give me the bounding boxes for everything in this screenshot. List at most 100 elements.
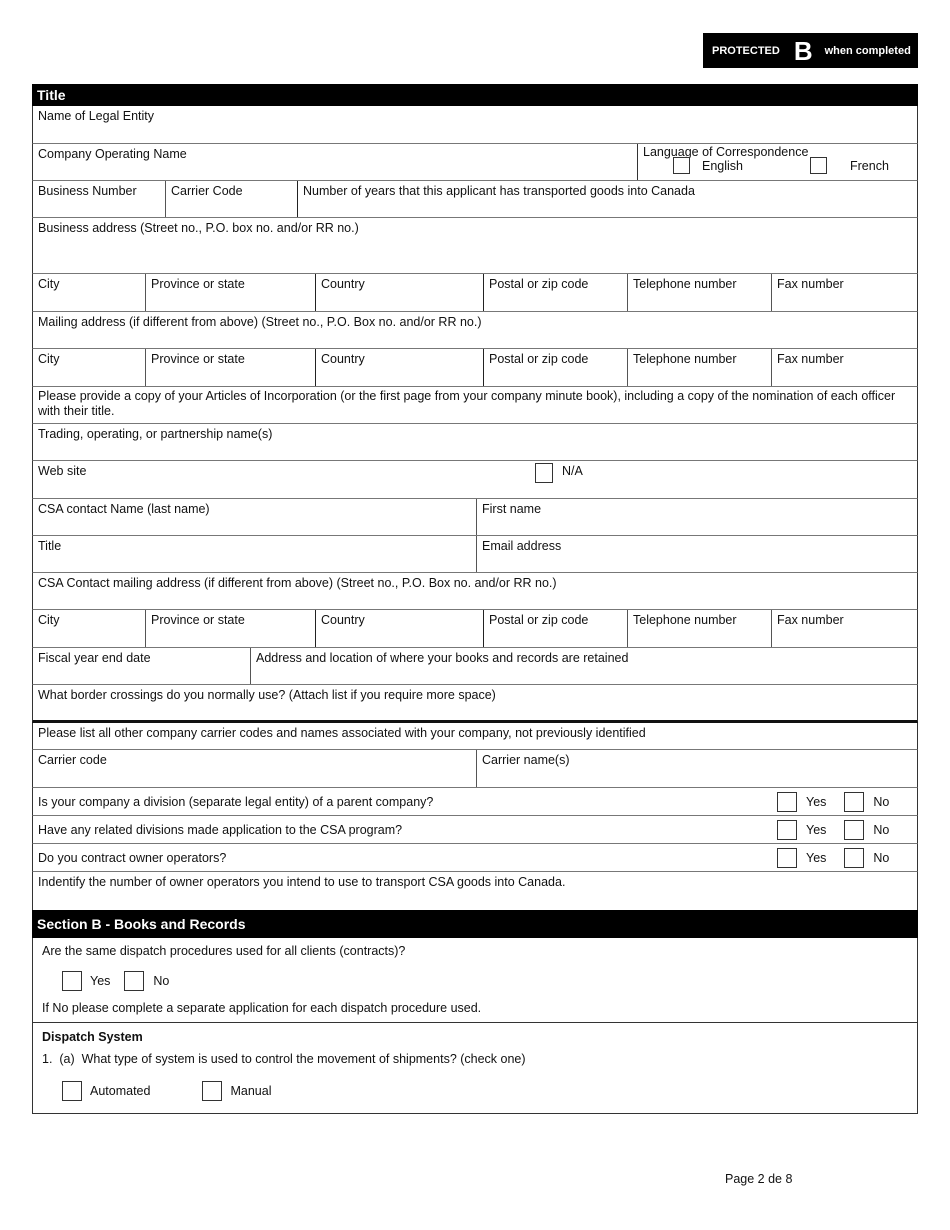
owner-operators-count-field[interactable]: Indentify the number of owner operators … [33,872,917,910]
protected-b-badge: PROTECTED B when completed [703,33,918,68]
csa-province-field[interactable]: Province or state [145,610,315,647]
language-group: Language of Correspondence English Frenc… [637,144,917,180]
carrier-code-field[interactable]: Carrier Code [165,181,297,217]
telephone-field[interactable]: Telephone number [627,274,771,311]
other-carrier-names-field[interactable]: Carrier name(s) [476,750,917,787]
other-carrier-code-field[interactable]: Carrier code [33,750,476,787]
if-no-note: If No please complete a separate applica… [42,1001,482,1015]
csa-country-field[interactable]: Country [315,610,483,647]
csa-fax-field[interactable]: Fax number [771,610,917,647]
protected-level: B [793,35,813,66]
field-label: Telephone number [633,613,737,627]
city-field[interactable]: City [33,274,145,311]
field-label: What border crossings do you normally us… [38,688,496,702]
english-checkbox[interactable] [673,157,690,174]
no-label: No [873,794,890,809]
years-transported-field[interactable]: Number of years that this applicant has … [297,181,917,217]
manual-checkbox[interactable] [202,1081,223,1101]
business-address-details-row: City Province or state Country Postal or… [32,274,918,312]
dispatch-system-heading: Dispatch System [42,1030,143,1044]
field-label: Province or state [151,277,245,291]
owner-operators-no-checkbox[interactable] [844,847,865,868]
csa-mailing-address-field[interactable]: CSA Contact mailing address (if differen… [33,573,917,609]
articles-note-row: Please provide a copy of your Articles o… [32,387,918,424]
field-label: Carrier name(s) [482,753,570,767]
yes-no-group: Yes No [777,847,917,868]
no-label: No [153,974,170,988]
dispatch-yes-checkbox[interactable] [62,971,82,991]
field-label: Email address [482,539,562,553]
csa-address-details-row: City Province or state Country Postal or… [32,610,918,648]
business-number-field[interactable]: Business Number [33,181,165,217]
legal-entity-row: Name of Legal Entity [32,106,918,144]
field-label: Business Number [38,184,137,198]
operating-name-field[interactable]: Company Operating Name [33,144,637,180]
application-form: Title Name of Legal Entity Company Opera… [32,84,918,1114]
field-label: City [38,277,60,291]
yes-label: Yes [806,850,827,865]
related-divisions-yes-checkbox[interactable] [777,819,797,840]
related-divisions-no-checkbox[interactable] [844,819,865,840]
field-label: Fax number [777,277,844,291]
field-label: Carrier Code [171,184,243,198]
dispatch-no-checkbox[interactable] [124,971,145,991]
field-label: Postal or zip code [489,613,589,627]
question-parent-company: Is your company a division (separate leg… [38,794,434,809]
fiscal-year-field[interactable]: Fiscal year end date [33,648,250,684]
field-label: First name [482,502,542,516]
dispatch-yes-no-group: Yes No [62,971,169,991]
mailing-address-field[interactable]: Mailing address (if different from above… [33,312,917,348]
parent-company-no-checkbox[interactable] [844,791,865,812]
postal-code-field[interactable]: Postal or zip code [483,274,627,311]
csa-contact-row: CSA contact Name (last name) First name [32,499,918,536]
question-row: Is your company a division (separate leg… [32,788,918,816]
website-na-checkbox[interactable] [535,463,553,483]
parent-company-yes-checkbox[interactable] [777,791,797,812]
field-label: Province or state [151,352,245,366]
automated-checkbox[interactable] [62,1081,82,1101]
owner-operators-yes-checkbox[interactable] [777,847,797,868]
border-crossings-field[interactable]: What border crossings do you normally us… [33,685,917,720]
trading-names-field[interactable]: Trading, operating, or partnership name(… [33,424,917,460]
question-owner-operators: Do you contract owner operators? [38,850,227,865]
books-location-field[interactable]: Address and location of where your books… [250,648,917,684]
field-label: Indentify the number of owner operators … [38,875,566,889]
website-field[interactable]: Web site N/A [33,461,917,498]
section-b-heading: Section B - Books and Records [32,910,918,938]
business-address-field[interactable]: Business address (Street no., P.O. box n… [33,218,917,273]
fax-field[interactable]: Fax number [771,274,917,311]
csa-city-field[interactable]: City [33,610,145,647]
email-field[interactable]: Email address [476,536,917,572]
mailing-telephone-field[interactable]: Telephone number [627,349,771,386]
csa-postal-code-field[interactable]: Postal or zip code [483,610,627,647]
manual-label: Manual [230,1084,272,1098]
field-label: Company Operating Name [38,147,187,161]
no-label: No [873,850,890,865]
field-label: Business address (Street no., P.O. box n… [38,221,359,235]
field-label: Trading, operating, or partnership name(… [38,427,273,441]
question-row: Do you contract owner operators? Yes No [32,844,918,872]
mailing-address-details-row: City Province or state Country Postal or… [32,349,918,387]
page-number: Page 2 de 8 [725,1172,793,1186]
csa-last-name-field[interactable]: CSA contact Name (last name) [33,499,476,535]
field-label: Fax number [777,352,844,366]
business-address-row: Business address (Street no., P.O. box n… [32,218,918,274]
field-label: Postal or zip code [489,277,589,291]
mailing-postal-code-field[interactable]: Postal or zip code [483,349,627,386]
field-label: Mailing address (if different from above… [38,315,482,329]
dispatch-system-options: Automated Manual [62,1081,271,1101]
mailing-province-field[interactable]: Province or state [145,349,315,386]
yes-no-group: Yes No [777,819,917,840]
country-field[interactable]: Country [315,274,483,311]
csa-telephone-field[interactable]: Telephone number [627,610,771,647]
mailing-country-field[interactable]: Country [315,349,483,386]
mailing-city-field[interactable]: City [33,349,145,386]
operating-name-row: Company Operating Name Language of Corre… [32,144,918,181]
first-name-field[interactable]: First name [476,499,917,535]
title-field[interactable]: Title [33,536,476,572]
french-checkbox[interactable] [810,157,827,174]
province-field[interactable]: Province or state [145,274,315,311]
mailing-fax-field[interactable]: Fax number [771,349,917,386]
english-label: English [702,158,743,173]
legal-entity-field[interactable]: Name of Legal Entity [33,106,917,143]
